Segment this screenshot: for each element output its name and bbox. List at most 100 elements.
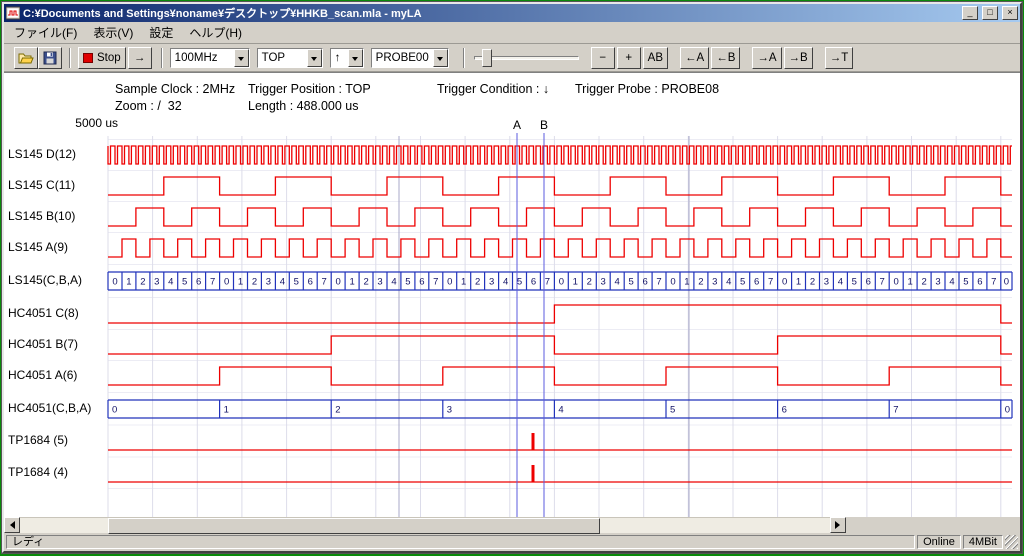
- channel-wave-4: 0123456701234567012345670123456701234567…: [108, 272, 1012, 290]
- svg-text:7: 7: [656, 277, 661, 288]
- svg-text:1: 1: [238, 277, 243, 288]
- status-memory: 4MBit: [963, 535, 1003, 549]
- channel-wave-6: [108, 336, 1012, 354]
- status-bar: レディ Online 4MBit: [4, 533, 1020, 551]
- channel-wave-7: [108, 367, 1012, 385]
- triangle-right-icon: [835, 521, 844, 529]
- channel-wave-9: [108, 433, 1012, 450]
- waveform-plot[interactable]: 0123456701234567012345670123456701234567…: [4, 131, 1020, 517]
- svg-text:3: 3: [447, 405, 452, 416]
- sample-clock-info: Sample Clock : 2MHz: [115, 82, 235, 96]
- channel-wave-5: [108, 305, 1012, 323]
- open-folder-icon: [18, 50, 34, 66]
- goto-trigger-button[interactable]: →T: [825, 47, 854, 69]
- stop-button[interactable]: Stop: [78, 47, 126, 69]
- svg-text:5: 5: [182, 277, 187, 288]
- svg-text:6: 6: [531, 277, 536, 288]
- svg-text:5: 5: [963, 277, 968, 288]
- svg-text:6: 6: [754, 277, 759, 288]
- svg-text:3: 3: [266, 277, 271, 288]
- save-button[interactable]: [38, 47, 62, 69]
- window-title: C:¥Documents and Settings¥noname¥デスクトップ¥…: [23, 5, 958, 21]
- cursor-b-label[interactable]: B: [537, 118, 551, 132]
- minimize-button[interactable]: _: [962, 6, 978, 20]
- zoom-slider[interactable]: [474, 47, 579, 69]
- svg-text:0: 0: [112, 405, 117, 416]
- scrollbar-track[interactable]: [20, 517, 830, 533]
- maximize-button[interactable]: □: [982, 6, 998, 20]
- menu-file[interactable]: ファイル(F): [6, 22, 85, 43]
- svg-text:1: 1: [461, 277, 466, 288]
- length-info: Length : 488.000 us: [248, 99, 359, 113]
- chevron-down-icon[interactable]: [234, 49, 249, 67]
- zoom-out-button[interactable]: −: [591, 47, 615, 69]
- scrollbar-thumb[interactable]: [108, 518, 600, 534]
- svg-text:5: 5: [852, 277, 857, 288]
- app-window: C:¥Documents and Settings¥noname¥デスクトップ¥…: [2, 2, 1022, 553]
- svg-text:2: 2: [363, 277, 368, 288]
- svg-text:0: 0: [1004, 277, 1009, 288]
- chevron-down-icon[interactable]: [348, 49, 363, 67]
- chevron-down-icon[interactable]: [433, 49, 448, 67]
- slider-thumb[interactable]: [482, 49, 492, 67]
- svg-text:4: 4: [838, 277, 843, 288]
- svg-text:5: 5: [628, 277, 633, 288]
- svg-text:5: 5: [517, 277, 522, 288]
- open-button[interactable]: [14, 47, 38, 69]
- scroll-left-button[interactable]: [4, 517, 20, 533]
- svg-text:3: 3: [935, 277, 940, 288]
- goto-cursor-a-right-button[interactable]: →A: [752, 47, 781, 69]
- channel-wave-8: 012345670: [108, 400, 1012, 418]
- svg-text:4: 4: [558, 405, 563, 416]
- run-button[interactable]: →: [128, 47, 152, 69]
- scroll-right-button[interactable]: [830, 517, 846, 533]
- zoom-info: Zoom : / 32: [115, 99, 182, 113]
- sample-clock-combobox[interactable]: 100MHz: [170, 48, 250, 68]
- svg-text:3: 3: [377, 277, 382, 288]
- svg-text:0: 0: [447, 277, 452, 288]
- trigger-condition-info: Trigger Condition : ↓: [437, 82, 549, 96]
- svg-text:6: 6: [866, 277, 871, 288]
- menu-view[interactable]: 表示(V): [85, 22, 141, 43]
- svg-text:6: 6: [977, 277, 982, 288]
- ab-button[interactable]: AB: [643, 47, 668, 69]
- close-button[interactable]: ×: [1002, 6, 1018, 20]
- svg-text:6: 6: [782, 405, 787, 416]
- channel-wave-10: [108, 465, 1012, 482]
- title-bar[interactable]: C:¥Documents and Settings¥noname¥デスクトップ¥…: [4, 4, 1020, 22]
- svg-text:6: 6: [642, 277, 647, 288]
- svg-text:7: 7: [880, 277, 885, 288]
- chevron-down-icon[interactable]: [307, 49, 322, 67]
- svg-text:7: 7: [893, 405, 898, 416]
- toolbar-separator: [69, 48, 71, 68]
- app-icon: [6, 6, 20, 20]
- menu-help[interactable]: ヘルプ(H): [181, 22, 250, 43]
- channel-wave-3: [108, 239, 1012, 257]
- goto-cursor-b-left-button[interactable]: ←B: [711, 47, 740, 69]
- svg-text:6: 6: [419, 277, 424, 288]
- trigger-edge-combobox[interactable]: ↑: [330, 48, 364, 68]
- svg-text:3: 3: [489, 277, 494, 288]
- toolbar-separator: [463, 48, 465, 68]
- horizontal-scrollbar[interactable]: [4, 517, 1020, 533]
- menu-settings[interactable]: 設定: [141, 22, 181, 43]
- toolbar: Stop → 100MHz TOP ↑ PROBE00 − + AB ←A ←B: [4, 44, 1020, 72]
- svg-text:7: 7: [210, 277, 215, 288]
- svg-text:1: 1: [684, 277, 689, 288]
- svg-text:4: 4: [168, 277, 173, 288]
- svg-text:2: 2: [810, 277, 815, 288]
- goto-cursor-b-right-button[interactable]: →B: [784, 47, 813, 69]
- resize-grip[interactable]: [1005, 535, 1018, 549]
- trigger-probe-combobox[interactable]: PROBE00: [371, 48, 449, 68]
- trigger-position-combobox[interactable]: TOP: [257, 48, 323, 68]
- svg-text:2: 2: [587, 277, 592, 288]
- triangle-left-icon: [6, 521, 15, 529]
- svg-text:2: 2: [335, 405, 340, 416]
- svg-text:6: 6: [308, 277, 313, 288]
- svg-text:3: 3: [712, 277, 717, 288]
- zoom-in-button[interactable]: +: [617, 47, 641, 69]
- svg-text:1: 1: [573, 277, 578, 288]
- goto-cursor-a-left-button[interactable]: ←A: [680, 47, 709, 69]
- toolbar-separator: [161, 48, 163, 68]
- cursor-a-label[interactable]: A: [510, 118, 524, 132]
